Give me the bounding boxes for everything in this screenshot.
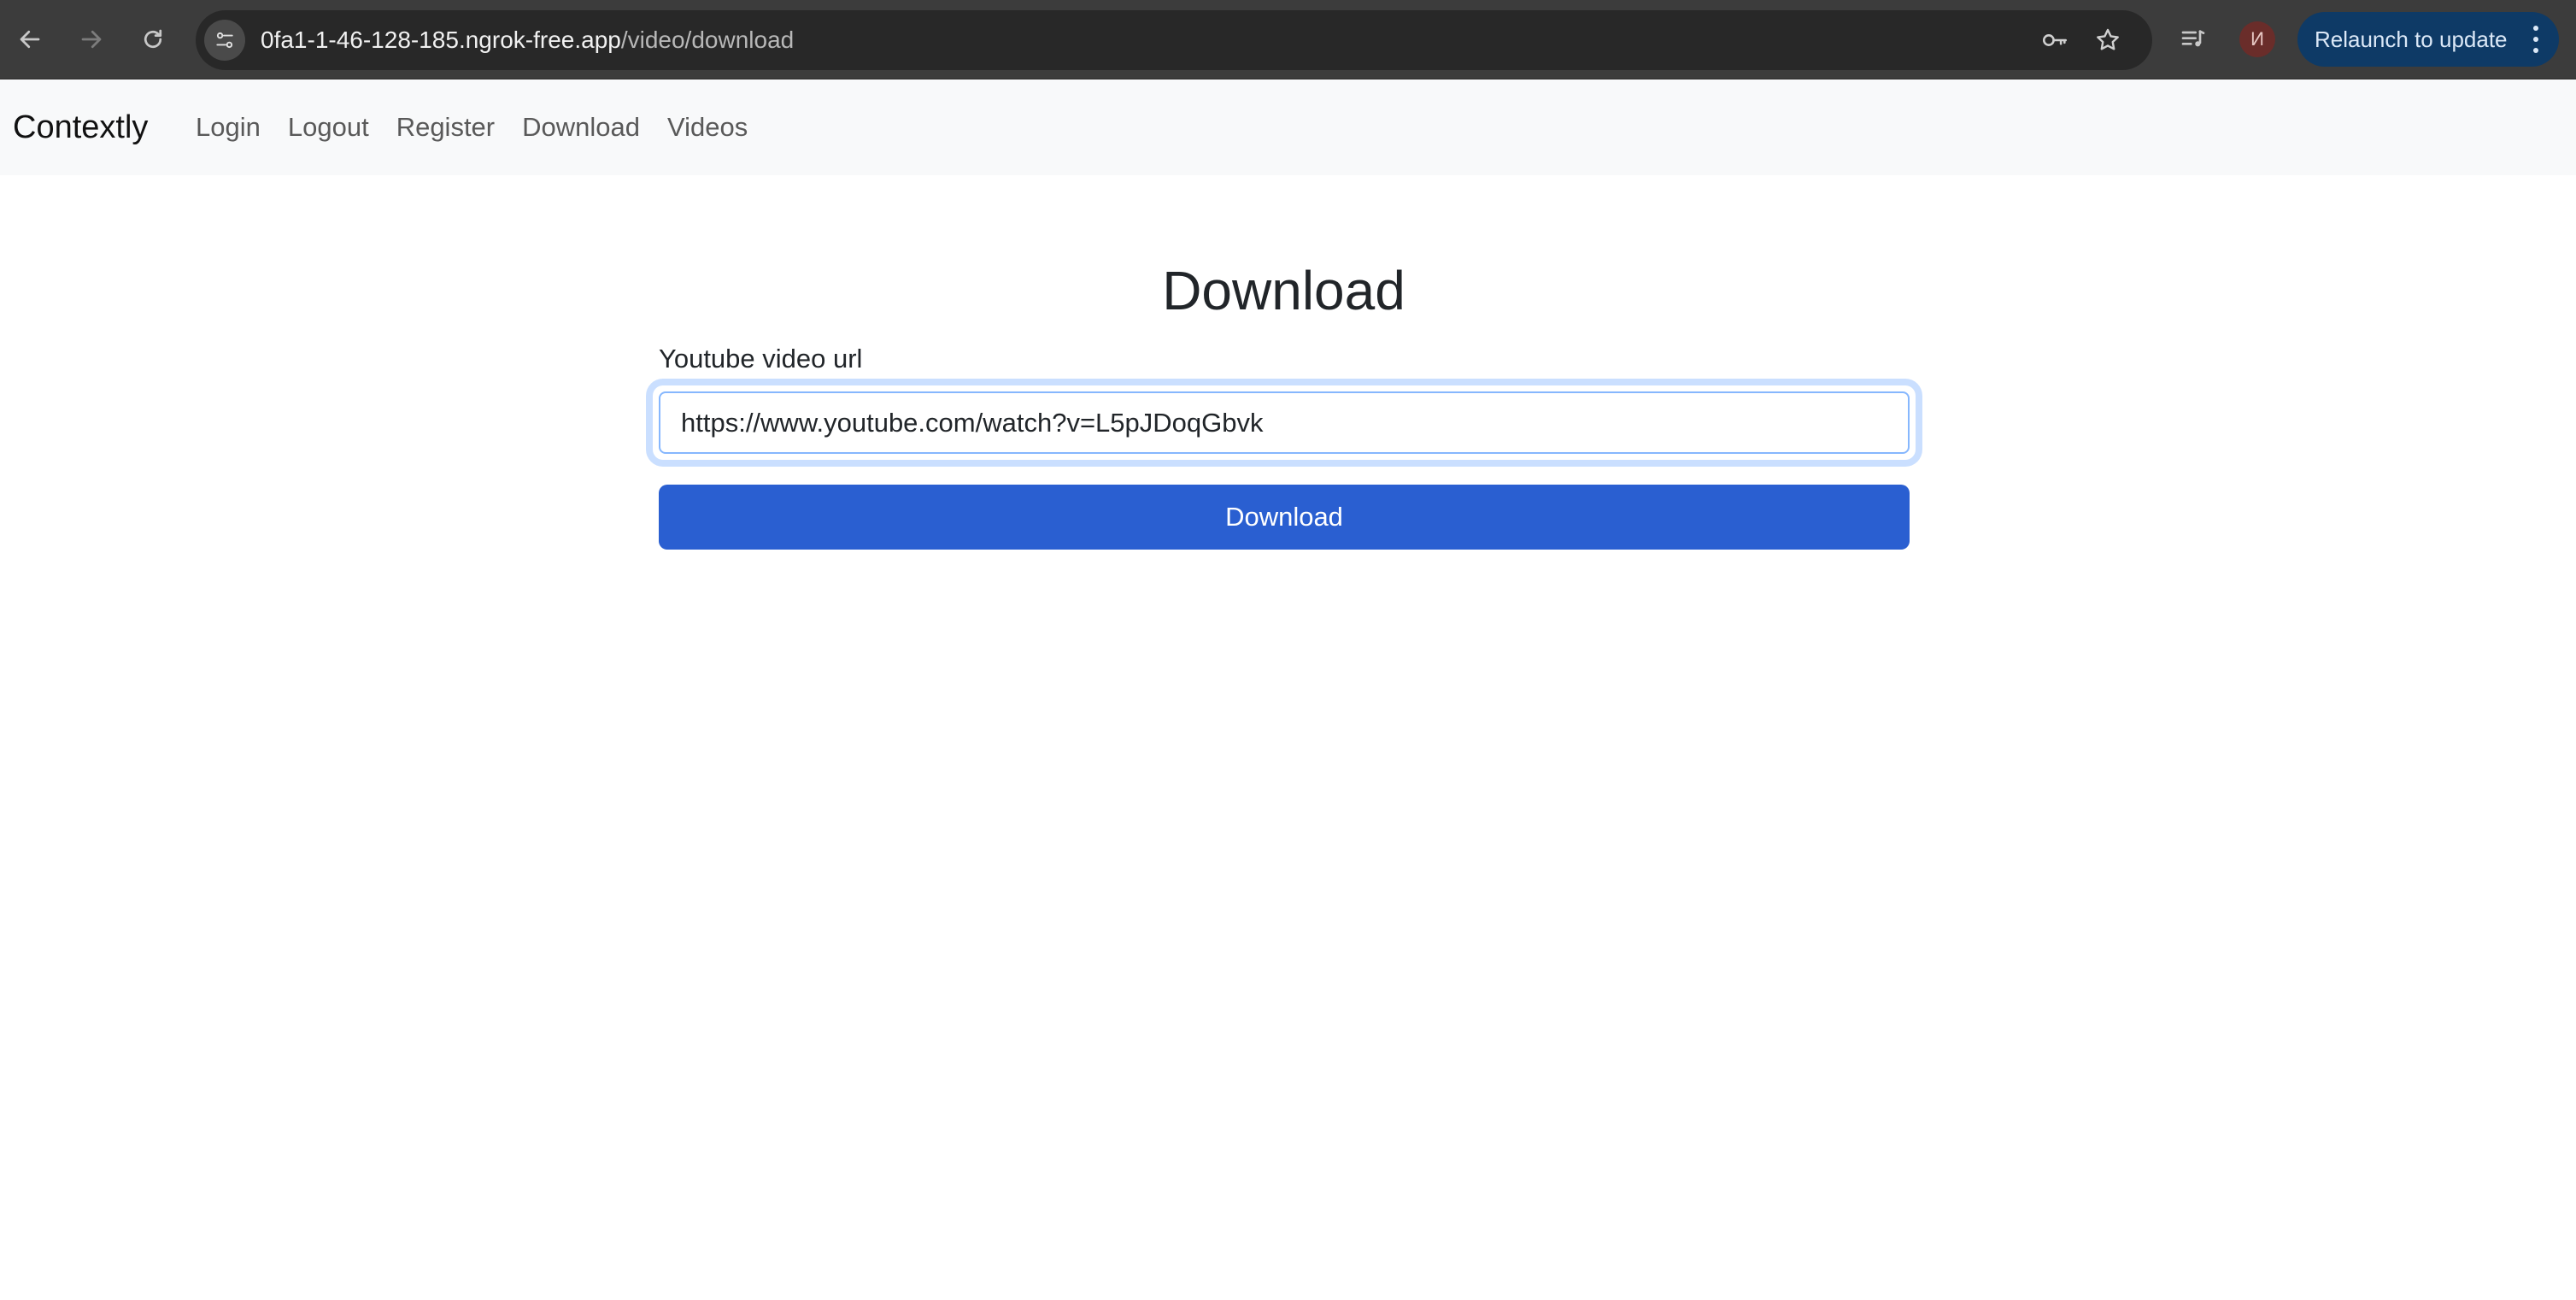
star-icon: [2097, 28, 2119, 50]
media-button[interactable]: [2173, 19, 2214, 60]
nav-links: Login Logout Register Download Videos: [182, 79, 761, 175]
brand-link[interactable]: Contextly: [13, 79, 148, 175]
back-button[interactable]: [9, 19, 50, 60]
avatar-letter: И: [2250, 28, 2264, 50]
password-button[interactable]: [2034, 20, 2075, 61]
site-info-button[interactable]: [204, 20, 245, 61]
nav-link-download[interactable]: Download: [508, 79, 654, 175]
url-path: /video/download: [620, 26, 795, 53]
nav-link-register[interactable]: Register: [383, 79, 508, 175]
browser-toolbar: 0fa1-1-46-128-185.ngrok-free.app/video/d…: [0, 0, 2576, 79]
url-host: 0fa1-1-46-128-185.ngrok-free.app: [261, 26, 621, 53]
relaunch-button[interactable]: Relaunch to update: [2297, 12, 2559, 67]
app-navbar: Contextly Login Logout Register Download…: [0, 79, 2576, 175]
youtube-url-input[interactable]: [659, 391, 1910, 454]
reload-icon: [144, 29, 162, 49]
page-title: Download: [1162, 260, 1405, 321]
url-field-label: Youtube video url: [659, 344, 863, 374]
media-queue-icon: [2181, 30, 2205, 47]
relaunch-label: Relaunch to update: [2315, 26, 2508, 52]
url-text[interactable]: 0fa1-1-46-128-185.ngrok-free.app/video/d…: [261, 10, 794, 70]
download-submit-button[interactable]: Download: [659, 485, 1910, 550]
forward-button[interactable]: [71, 19, 112, 60]
tune-icon: [216, 32, 233, 49]
arrow-right-icon: [81, 30, 102, 49]
nav-link-videos[interactable]: Videos: [654, 79, 761, 175]
key-icon: [2042, 34, 2068, 46]
kebab-menu-icon[interactable]: [2532, 26, 2540, 53]
nav-link-login[interactable]: Login: [182, 79, 274, 175]
bookmark-button[interactable]: [2087, 20, 2128, 61]
nav-link-logout[interactable]: Logout: [274, 79, 383, 175]
address-bar[interactable]: 0fa1-1-46-128-185.ngrok-free.app/video/d…: [196, 10, 2152, 70]
arrow-left-icon: [20, 30, 40, 49]
reload-button[interactable]: [132, 19, 173, 60]
profile-avatar[interactable]: И: [2239, 21, 2275, 57]
